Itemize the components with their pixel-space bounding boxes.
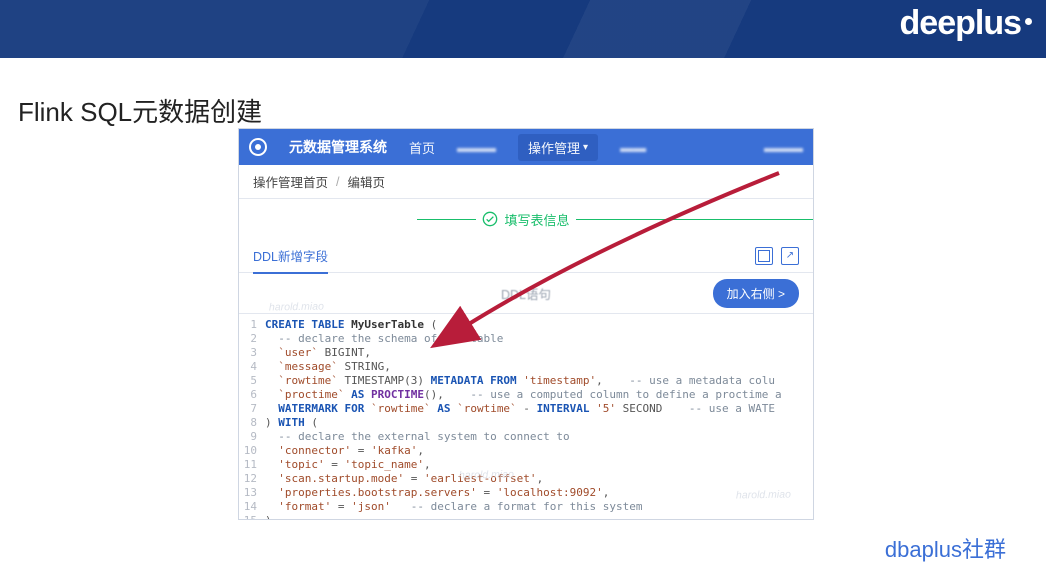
nav-item-blurred-2[interactable]: ▬▬ bbox=[620, 140, 646, 155]
step-indicator: 填写表信息 bbox=[239, 199, 813, 239]
tab-ddl-add-field[interactable]: DDL新增字段 bbox=[253, 238, 328, 273]
add-to-right-button[interactable]: 加入右侧 > bbox=[713, 279, 799, 308]
ddl-header-row: DDL语句 加入右侧 > bbox=[239, 273, 813, 313]
code-editor[interactable]: 123456789101112131415 CREATE TABLE MyUse… bbox=[239, 313, 813, 520]
check-circle-icon bbox=[482, 211, 498, 227]
slide-title: Flink SQL元数据创建 bbox=[18, 92, 262, 129]
footer-watermark: dbaplus社群 bbox=[885, 532, 1006, 564]
add-to-right-label: 加入右侧 > bbox=[727, 285, 785, 302]
app-logo-icon bbox=[249, 138, 267, 156]
app-screenshot: 元数据管理系统 首页 ▬▬▬ 操作管理 ▾ ▬▬ ▬▬▬ 操作管理首页 / 编辑… bbox=[238, 128, 814, 520]
breadcrumb-current: 编辑页 bbox=[348, 172, 386, 191]
collapse-icon[interactable] bbox=[755, 247, 773, 265]
line-gutter: 123456789101112131415 bbox=[239, 314, 261, 520]
nav-item-blurred-3[interactable]: ▬▬▬ bbox=[764, 140, 803, 155]
breadcrumb: 操作管理首页 / 编辑页 bbox=[239, 165, 813, 199]
app-name: 元数据管理系统 bbox=[289, 137, 387, 157]
step-label-text: 填写表信息 bbox=[504, 210, 569, 229]
brand-text: deeplus bbox=[900, 4, 1021, 43]
nav-ops-mgmt[interactable]: 操作管理 ▾ bbox=[518, 134, 598, 161]
step-label: 填写表信息 bbox=[476, 210, 575, 229]
nav-item-blurred-1[interactable]: ▬▬▬ bbox=[457, 140, 496, 155]
ddl-center-label: DDL语句 bbox=[501, 284, 551, 303]
expand-icon[interactable] bbox=[781, 247, 799, 265]
app-header-bar: 元数据管理系统 首页 ▬▬▬ 操作管理 ▾ ▬▬ ▬▬▬ bbox=[239, 129, 813, 165]
brand-dot-icon bbox=[1025, 18, 1032, 25]
nav-ops-mgmt-label: 操作管理 bbox=[528, 138, 580, 157]
breadcrumb-root[interactable]: 操作管理首页 bbox=[253, 172, 328, 191]
chevron-down-icon: ▾ bbox=[583, 142, 588, 153]
top-banner: deeplus bbox=[0, 0, 1046, 58]
tab-row: DDL新增字段 bbox=[239, 239, 813, 273]
nav-home[interactable]: 首页 bbox=[409, 138, 435, 157]
breadcrumb-separator: / bbox=[336, 175, 339, 189]
code-body: CREATE TABLE MyUserTable ( -- declare th… bbox=[261, 314, 813, 520]
brand-logo: deeplus bbox=[900, 4, 1032, 43]
